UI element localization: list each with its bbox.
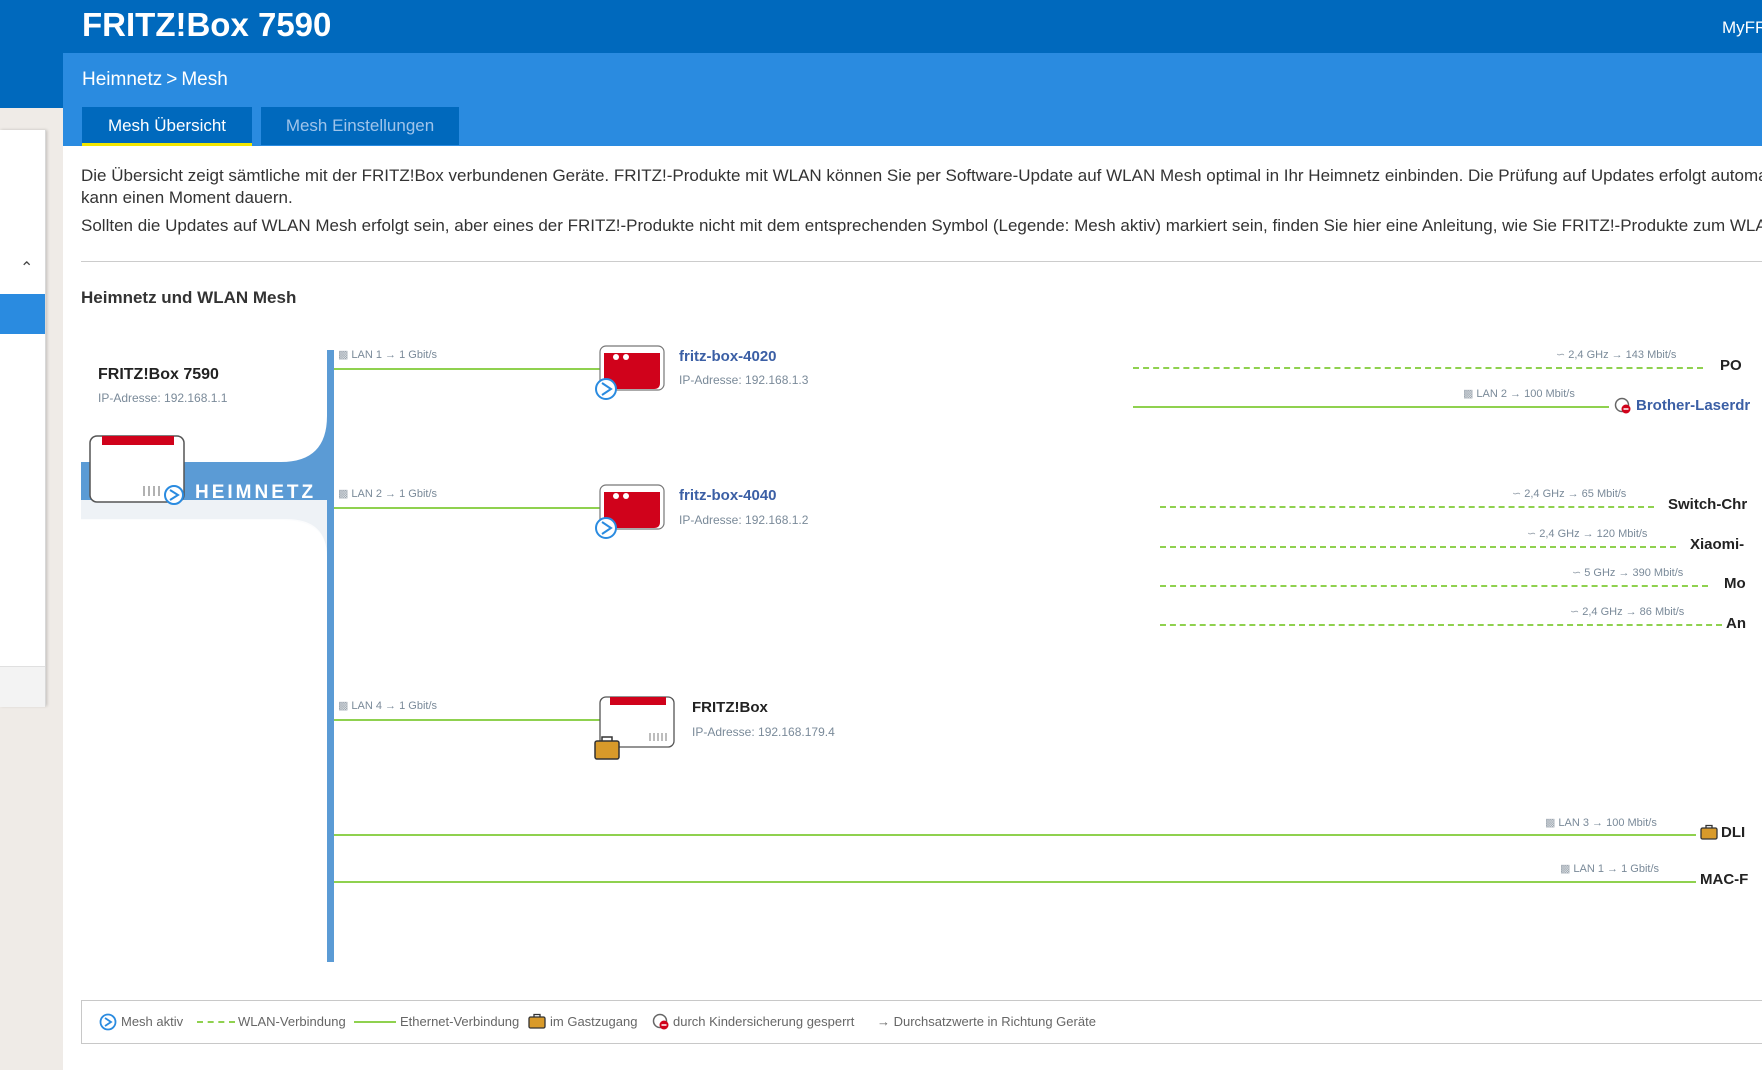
root-device-ip: IP-Adresse: 192.168.1.1 [98,391,228,405]
wlan-link-c5 [1160,585,1708,587]
left-header-strip [0,53,63,108]
link-label-2: ▩ LAN 2 → 1 Gbit/s [338,487,437,500]
side-menu-selected-item[interactable] [0,294,45,334]
client-label-c8: ▩ LAN 1 → 1 Gbit/s [1560,862,1659,875]
ethernet-link-2 [334,507,602,509]
device-name-2[interactable]: fritz-box-4040 [679,487,777,504]
client-label-c1-text: 2,4 GHz → 143 Mbit/s [1568,349,1677,361]
client-name-c3[interactable]: Switch-Chr [1668,496,1747,513]
mesh-icon [99,1013,117,1031]
guest-suitcase-icon [1700,824,1718,840]
page-title: FRITZ!Box 7590 [82,6,332,43]
client-label-c5: ∽ 5 GHz → 390 Mbit/s [1572,566,1683,579]
intro-text-3: Sollten die Updates auf WLAN Mesh erfolg… [81,216,1762,235]
legend-eth: Ethernet-Verbindung [400,1014,520,1029]
wifi-icon: ∽ [1572,567,1582,579]
link-label-1-text: LAN 1 → 1 Gbit/s [351,349,437,361]
myfritz-link[interactable]: MyFR [1722,18,1762,38]
divider [81,261,1762,262]
breadcrumb: Heimnetz > Mesh [82,69,228,91]
device-ip-3: IP-Adresse: 192.168.179.4 [692,725,835,739]
link-label-3-text: LAN 4 → 1 Gbit/s [351,700,437,712]
lan-port-icon: ▩ [338,700,349,712]
legend-eth-line [354,1021,396,1023]
ethernet-link-c8 [334,881,1696,883]
section-title: Heimnetz und WLAN Mesh [81,288,297,307]
intro-text-1: Die Übersicht zeigt sämtliche mit der FR… [81,166,1762,185]
lan-port-icon: ▩ [338,488,349,500]
chevron-up-icon[interactable]: ⌃ [20,258,33,278]
breadcrumb-separator: > [166,69,178,90]
ethernet-link-1 [334,368,602,370]
parental-lock-icon [1614,397,1631,414]
link-label-1: ▩ LAN 1 → 1 Gbit/s [338,348,437,361]
ethernet-link-3 [334,719,602,721]
client-name-c1[interactable]: PO [1720,357,1742,374]
legend-throughput: → Durchsatzwerte in Richtung Geräte [877,1014,1096,1029]
legend-kids: durch Kindersicherung gesperrt [673,1014,855,1029]
lan-port-icon: ▩ [1560,863,1571,875]
client-label-c2: ▩ LAN 2 → 100 Mbit/s [1463,387,1575,400]
link-label-3: ▩ LAN 4 → 1 Gbit/s [338,699,437,712]
device-ip-1: IP-Adresse: 192.168.1.3 [679,373,809,387]
breadcrumb-current: Mesh [181,69,228,90]
client-label-c4: ∽ 2,4 GHz → 120 Mbit/s [1527,527,1647,540]
link-label-2-text: LAN 2 → 1 Gbit/s [351,488,437,500]
fritz-repeater-icon[interactable] [592,482,672,542]
client-name-c7[interactable]: DLI [1721,824,1745,841]
client-label-c4-text: 2,4 GHz → 120 Mbit/s [1539,528,1648,540]
client-name-c6[interactable]: An [1726,615,1746,632]
client-label-c7-text: LAN 3 → 100 Mbit/s [1558,817,1657,829]
fritzbox-7590-icon[interactable] [88,434,188,506]
wlan-link-c6 [1160,624,1722,626]
wifi-icon: ∽ [1556,349,1566,361]
root-device-name[interactable]: FRITZ!Box 7590 [98,366,219,384]
client-label-c6: ∽ 2,4 GHz → 86 Mbit/s [1570,605,1684,618]
wlan-link-c3 [1160,506,1654,508]
parental-lock-icon [652,1013,669,1030]
intro-text-2: kann einen Moment dauern. [81,188,293,207]
client-label-c1: ∽ 2,4 GHz → 143 Mbit/s [1556,348,1676,361]
legend-guest: im Gastzugang [550,1014,638,1029]
heimnetz-badge: HEIMNETZ [195,482,317,503]
client-name-c2[interactable]: Brother-Laserdr [1636,397,1750,414]
suitcase-icon [528,1013,546,1029]
tab-mesh-uebersicht[interactable]: Mesh Übersicht [82,107,252,147]
fritzbox-guest-icon[interactable] [592,693,684,763]
client-label-c5-text: 5 GHz → 390 Mbit/s [1584,567,1684,579]
breadcrumb-parent[interactable]: Heimnetz [82,69,162,90]
fritz-repeater-icon[interactable] [592,343,672,403]
device-name-1[interactable]: fritz-box-4020 [679,348,777,365]
lan-port-icon: ▩ [338,349,349,361]
main-content [63,146,1762,1070]
client-label-c8-text: LAN 1 → 1 Gbit/s [1573,863,1659,875]
client-label-c7: ▩ LAN 3 → 100 Mbit/s [1545,816,1657,829]
lan-bus-line [327,350,334,962]
legend-wlan-line [197,1021,235,1023]
client-label-c6-text: 2,4 GHz → 86 Mbit/s [1582,606,1685,618]
wifi-icon: ∽ [1527,528,1537,540]
wlan-link-c4 [1160,546,1676,548]
wlan-link-c1 [1133,367,1703,369]
legend-wlan: WLAN-Verbindung [238,1014,346,1029]
wifi-icon: ∽ [1570,606,1580,618]
ethernet-link-c7 [334,834,1696,836]
tab-mesh-einstellungen[interactable]: Mesh Einstellungen [261,107,459,145]
side-menu: ⌃ [0,130,46,707]
client-label-c2-text: LAN 2 → 100 Mbit/s [1476,388,1575,400]
legend: Mesh aktiv WLAN-Verbindung Ethernet-Verb… [81,1000,1762,1044]
client-name-c5[interactable]: Mo [1724,575,1746,592]
client-name-c8[interactable]: MAC-F [1700,871,1748,888]
client-label-c3-text: 2,4 GHz → 65 Mbit/s [1524,488,1627,500]
ethernet-link-c2 [1133,406,1609,408]
legend-mesh: Mesh aktiv [121,1014,184,1029]
client-name-c4[interactable]: Xiaomi- [1690,536,1744,553]
wifi-icon: ∽ [1512,488,1522,500]
client-label-c3: ∽ 2,4 GHz → 65 Mbit/s [1512,487,1626,500]
lan-port-icon: ▩ [1545,817,1556,829]
lan-port-icon: ▩ [1463,388,1474,400]
device-name-3[interactable]: FRITZ!Box [692,699,768,716]
side-menu-footer [0,666,45,707]
device-ip-2: IP-Adresse: 192.168.1.2 [679,513,809,527]
